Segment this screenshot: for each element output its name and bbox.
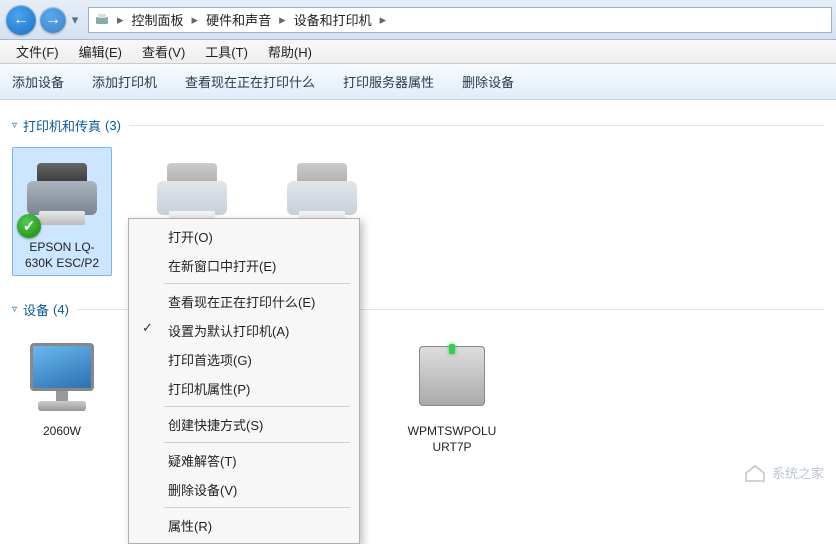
ctx-set-default[interactable]: ✓ 设置为默认打印机(A) xyxy=(132,316,356,345)
ctx-print-prefs[interactable]: 打印首选项(G) xyxy=(132,345,356,374)
item-label: EPSON LQ-630K ESC/P2 xyxy=(17,240,107,271)
printer-item-epson[interactable]: ✓ EPSON LQ-630K ESC/P2 xyxy=(12,147,112,276)
section-rule xyxy=(129,125,824,126)
breadcrumb-item[interactable]: 控制面板 xyxy=(126,10,190,29)
device-item-drive[interactable]: WPMTSWPOLUURT7P xyxy=(402,331,502,460)
checkmark-icon: ✓ xyxy=(142,320,153,336)
section-header-printers[interactable]: ▿ 打印机和传真 (3) xyxy=(12,116,824,135)
arrow-left-icon: ← xyxy=(13,11,29,29)
separator xyxy=(164,406,350,407)
menu-bar: 文件(F) 编辑(E) 查看(V) 工具(T) 帮助(H) xyxy=(0,40,836,64)
ctx-printer-props[interactable]: 打印机属性(P) xyxy=(132,374,356,403)
house-icon xyxy=(744,464,766,482)
ctx-create-shortcut[interactable]: 创建快捷方式(S) xyxy=(132,410,356,439)
separator xyxy=(164,442,350,443)
section-count: (4) xyxy=(53,302,69,317)
context-menu: 打开(O) 在新窗口中打开(E) 查看现在正在打印什么(E) ✓ 设置为默认打印… xyxy=(128,218,360,544)
section-count: (3) xyxy=(105,118,121,133)
item-label: 2060W xyxy=(17,424,107,440)
item-label: WPMTSWPOLUURT7P xyxy=(407,424,497,455)
ctx-properties[interactable]: 属性(R) xyxy=(132,511,356,540)
separator xyxy=(164,507,350,508)
ctx-set-default-label: 设置为默认打印机(A) xyxy=(168,324,289,339)
menu-tools[interactable]: 工具(T) xyxy=(195,40,258,63)
printer-location-icon xyxy=(93,11,111,29)
section-label: 设备 xyxy=(23,300,49,319)
menu-edit[interactable]: 编辑(E) xyxy=(69,40,132,63)
chevron-right-icon: ▸ xyxy=(277,12,288,28)
breadcrumb-item[interactable]: 硬件和声音 xyxy=(200,10,277,29)
navigation-bar: ← → ▾ ▸ 控制面板 ▸ 硬件和声音 ▸ 设备和打印机 ▸ xyxy=(0,0,836,40)
menu-help[interactable]: 帮助(H) xyxy=(258,40,322,63)
remove-device-button[interactable]: 删除设备 xyxy=(462,72,514,91)
menu-view[interactable]: 查看(V) xyxy=(132,40,195,63)
see-print-queue-button[interactable]: 查看现在正在打印什么 xyxy=(185,72,315,91)
back-button[interactable]: ← xyxy=(6,5,36,35)
history-dropdown[interactable]: ▾ xyxy=(68,12,82,28)
collapse-icon: ▿ xyxy=(12,120,17,131)
address-bar[interactable]: ▸ 控制面板 ▸ 硬件和声音 ▸ 设备和打印机 ▸ xyxy=(88,7,832,33)
content-area: ▿ 打印机和传真 (3) ✓ EPSON LQ-630K ESC/P2 ▿ 设备… xyxy=(0,100,836,500)
chevron-right-icon: ▸ xyxy=(190,12,201,28)
chevron-right-icon: ▸ xyxy=(115,12,126,28)
add-printer-button[interactable]: 添加打印机 xyxy=(92,72,157,91)
forward-button[interactable]: → xyxy=(40,7,66,33)
watermark: 系统之家 xyxy=(744,463,824,482)
device-item-monitor[interactable]: 2060W xyxy=(12,331,112,460)
arrow-right-icon: → xyxy=(45,11,61,29)
ctx-see-queue[interactable]: 查看现在正在打印什么(E) xyxy=(132,287,356,316)
print-server-props-button[interactable]: 打印服务器属性 xyxy=(343,72,434,91)
chevron-right-icon: ▸ xyxy=(378,12,389,28)
monitor-icon xyxy=(21,336,103,418)
printer-icon: ✓ xyxy=(21,152,103,234)
menu-file[interactable]: 文件(F) xyxy=(6,40,69,63)
breadcrumb-item[interactable]: 设备和打印机 xyxy=(288,10,378,29)
add-device-button[interactable]: 添加设备 xyxy=(12,72,64,91)
drive-icon xyxy=(411,336,493,418)
watermark-text: 系统之家 xyxy=(772,463,824,482)
separator xyxy=(164,283,350,284)
section-label: 打印机和传真 xyxy=(23,116,101,135)
ctx-open[interactable]: 打开(O) xyxy=(132,222,356,251)
command-toolbar: 添加设备 添加打印机 查看现在正在打印什么 打印服务器属性 删除设备 xyxy=(0,64,836,100)
ctx-open-new-window[interactable]: 在新窗口中打开(E) xyxy=(132,251,356,280)
ctx-troubleshoot[interactable]: 疑难解答(T) xyxy=(132,446,356,475)
collapse-icon: ▿ xyxy=(12,304,17,315)
default-check-icon: ✓ xyxy=(17,214,41,238)
